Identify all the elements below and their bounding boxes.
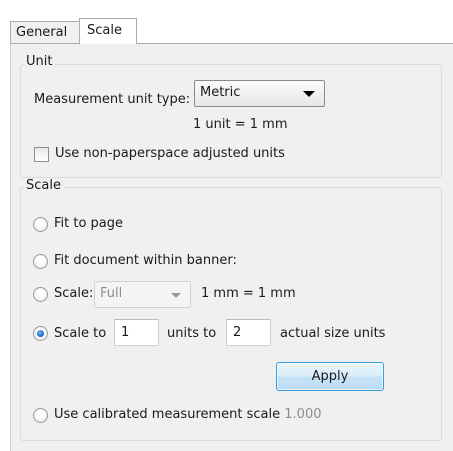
scale-label: Scale: [54,286,94,301]
scale-to-radio[interactable] [33,326,48,341]
unit-group-title: Unit [24,54,56,69]
unit-conversion-text: 1 unit = 1 mm [193,117,288,132]
measurement-unit-type-value: Metric [200,85,241,100]
tab-general[interactable]: General [10,21,80,44]
scale-ratio-text: 1 mm = 1 mm [201,286,296,301]
units-to-label: units to [167,326,217,341]
measurement-unit-type-dropdown[interactable]: Metric [194,80,325,107]
scale-to-units-input[interactable] [114,319,159,346]
scale-dropdown[interactable]: Full [94,281,191,308]
calibrated-scale-label: Use calibrated measurement scale 1.000 [54,407,321,422]
scale-dropdown-value: Full [100,286,123,301]
apply-button[interactable]: Apply [276,362,384,391]
measurement-unit-type-label: Measurement unit type: [34,92,191,107]
fit-banner-radio[interactable] [33,254,48,269]
calibrated-scale-radio[interactable] [33,408,48,423]
chevron-down-icon [303,91,315,97]
actual-size-units-label: actual size units [280,326,386,341]
calibrated-scale-value: 1.000 [284,407,322,422]
non-paperspace-label: Use non-paperspace adjusted units [55,146,285,161]
chevron-down-icon [171,293,181,298]
fit-to-page-radio[interactable] [33,217,48,232]
fit-to-page-label: Fit to page [54,216,124,231]
scale-to-label: Scale to [54,326,107,341]
fit-banner-label: Fit document within banner: [54,253,237,268]
non-paperspace-checkbox[interactable] [34,147,49,162]
tab-strip: General Scale [10,18,137,44]
calibrated-scale-text: Use calibrated measurement scale [54,407,281,422]
actual-units-input[interactable] [226,319,271,346]
scale-group-title: Scale [24,178,64,193]
scale-radio[interactable] [33,287,48,302]
tab-scale[interactable]: Scale [79,18,137,44]
